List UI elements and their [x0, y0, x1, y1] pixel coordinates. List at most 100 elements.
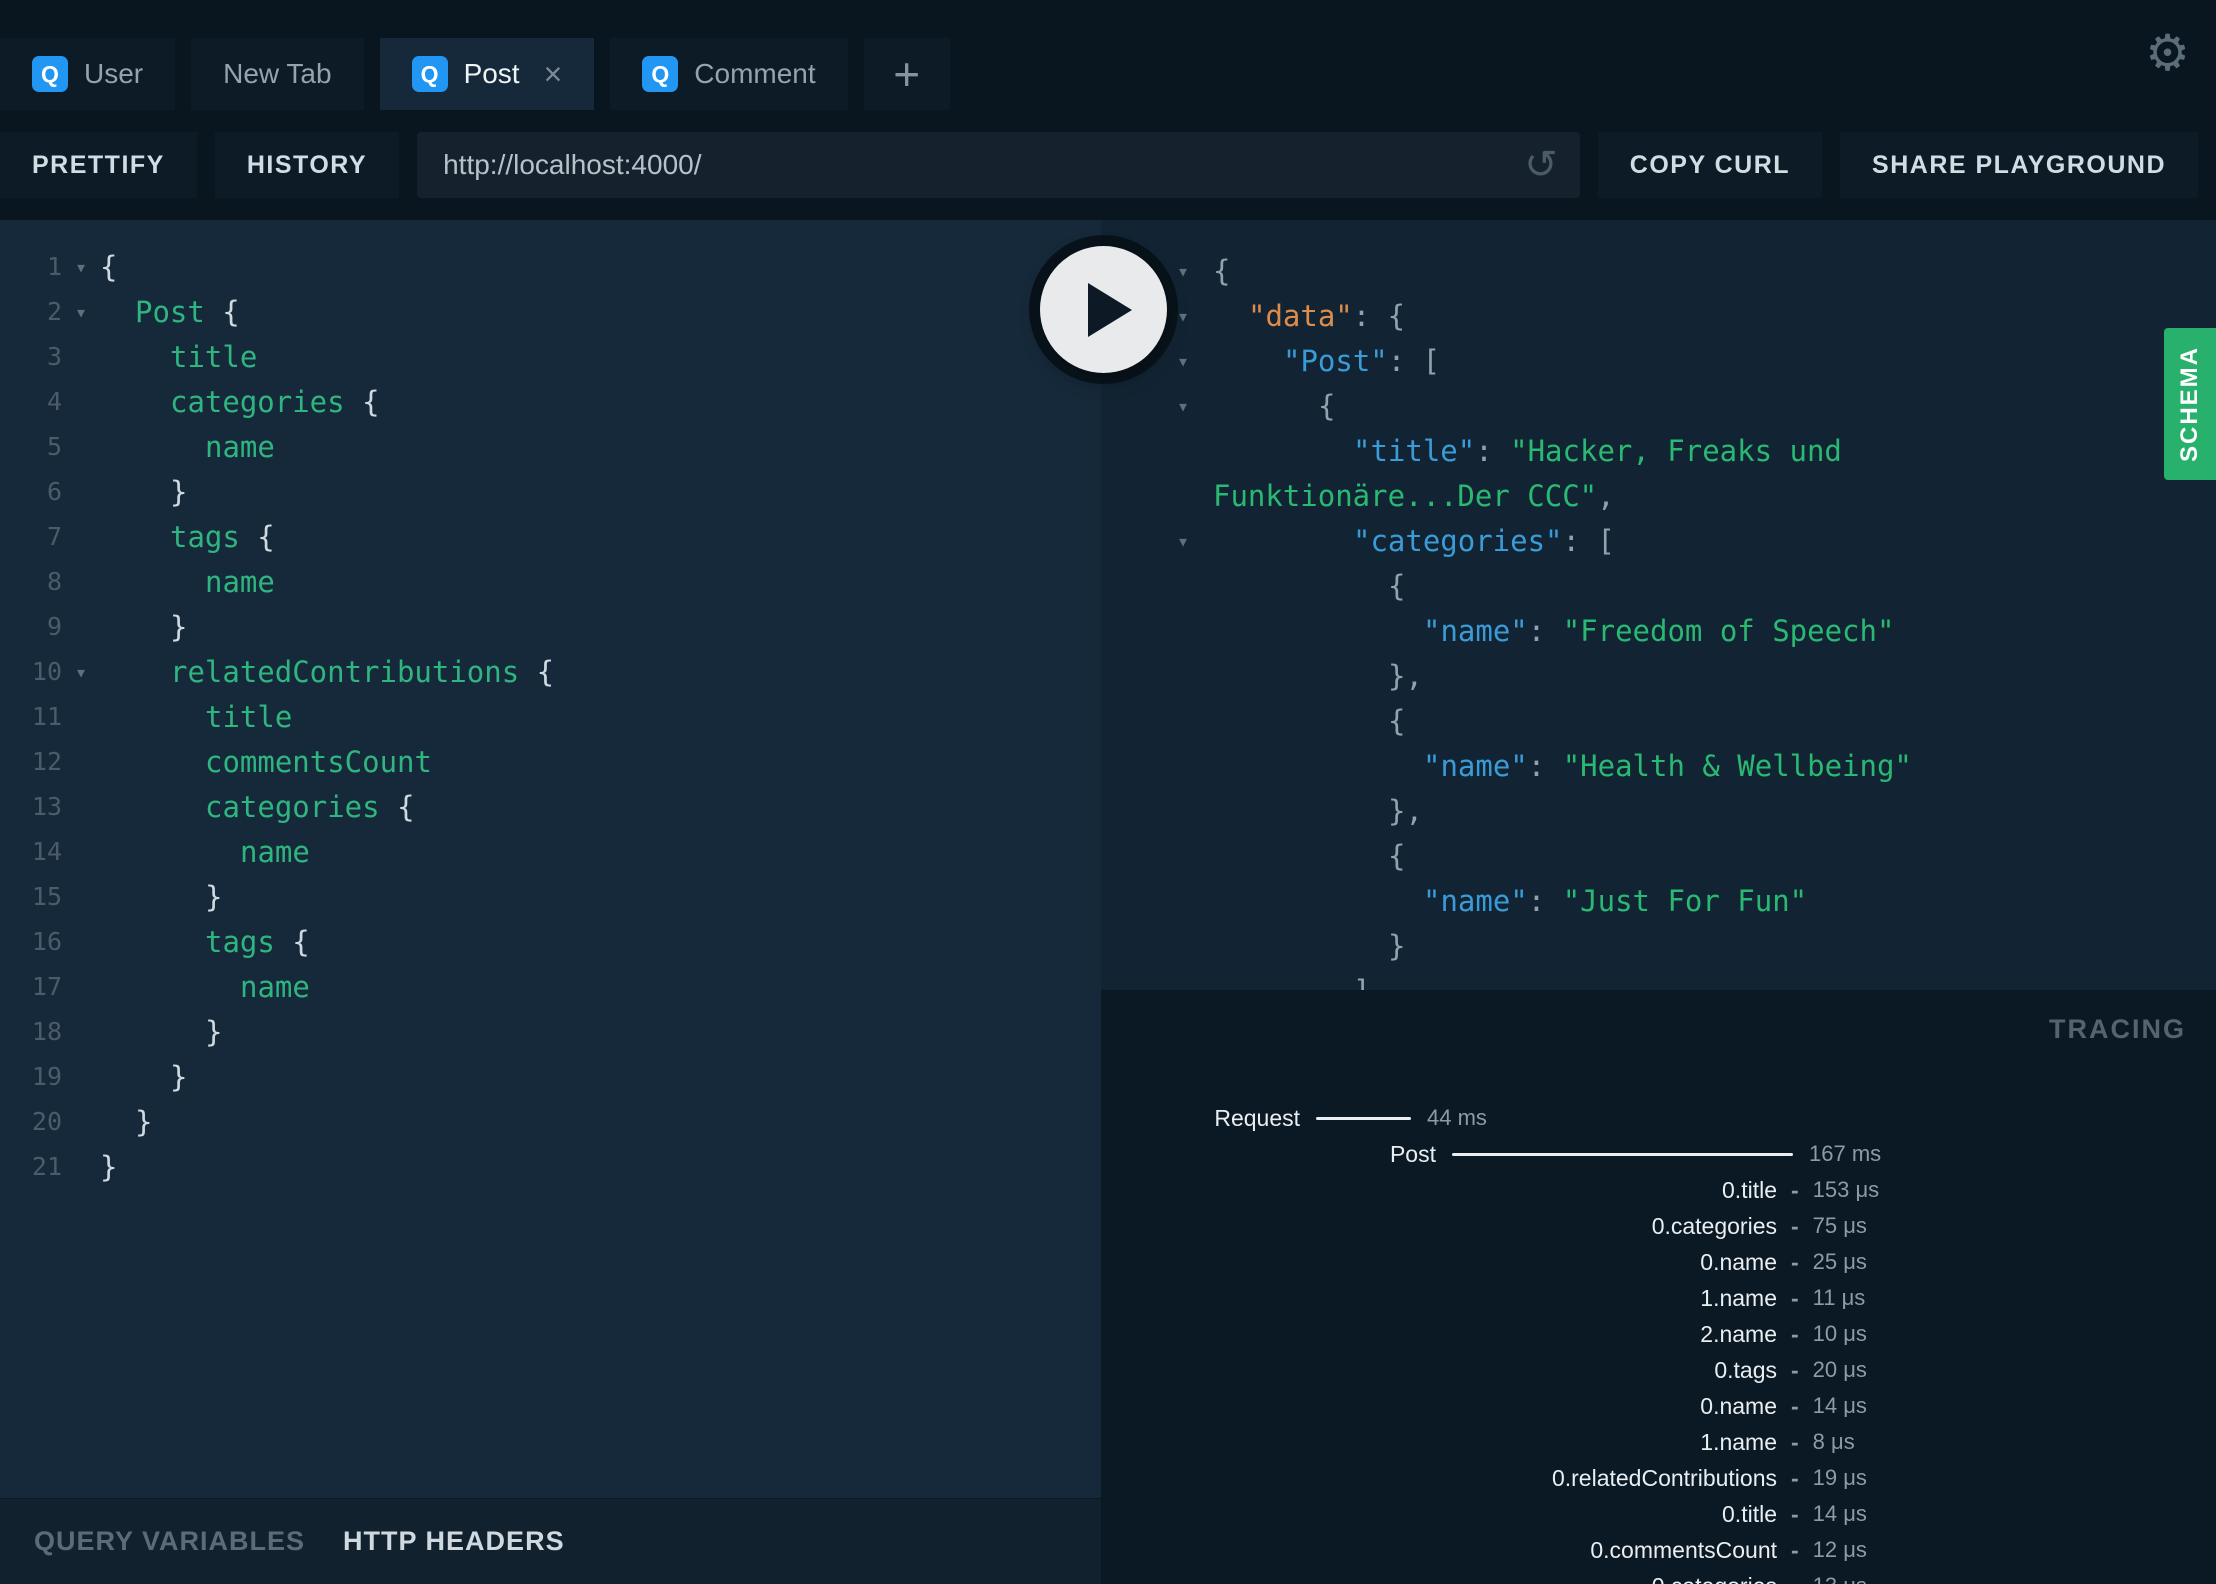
response-code: "name": "Health & Wellbeing" [1423, 748, 1912, 783]
tab-post[interactable]: Q Post × [379, 38, 595, 110]
query-line: 3 title [0, 334, 1101, 379]
response-code: "data": { [1248, 298, 1406, 333]
response-line: Funktionäre...Der CCC", [1101, 473, 2216, 518]
reload-schema-icon[interactable]: ↺ [1524, 145, 1558, 185]
fold-arrow-icon[interactable]: ▾ [1177, 349, 1213, 373]
line-number: 20 [31, 1107, 62, 1136]
tab-label: User [84, 58, 144, 89]
schema-side-tab[interactable]: SCHEMA [2164, 328, 2216, 480]
tracing-row: 0.title -153 μs [1101, 1172, 2216, 1208]
line-number: 3 [46, 342, 62, 371]
fold-arrow-icon[interactable]: ▾ [62, 660, 100, 684]
tracing-label: 0.title [1722, 1500, 1777, 1527]
line-number: 5 [46, 432, 62, 461]
response-code: "Post": [ [1283, 343, 1441, 378]
response-code: "name": "Just For Fun" [1423, 883, 1808, 918]
query-code: tags { [205, 924, 310, 959]
query-line: 20} [0, 1099, 1101, 1144]
tracing-time: 10 μs [1812, 1321, 1867, 1346]
query-code: } [205, 1014, 223, 1049]
line-number: 11 [31, 702, 62, 731]
query-line: 15} [0, 874, 1101, 919]
response-line: { [1101, 833, 2216, 878]
tracing-time: 13 μs [1813, 1573, 1867, 1584]
toolbar: PRETTIFY HISTORY http://localhost:4000/ … [0, 110, 2216, 220]
query-line: 10 ▾ relatedContributions { [0, 649, 1101, 694]
line-number: 17 [31, 972, 62, 1001]
tab-comment[interactable]: Q Comment [610, 38, 848, 110]
response-code: "name": "Freedom of Speech" [1423, 613, 1895, 648]
query-line: 4 categories { [0, 379, 1101, 424]
response-code: Funktionäre...Der CCC", [1213, 478, 1615, 513]
query-variables-tab[interactable]: QUERY VARIABLES [34, 1526, 305, 1557]
query-code: } [170, 474, 188, 509]
tracing-time: 14 μs [1812, 1501, 1867, 1526]
response-line: ▾ "Post": [ [1101, 338, 2216, 383]
query-line: 19} [0, 1054, 1101, 1099]
line-number: 2 [46, 297, 62, 326]
tracing-time: 19 μs [1812, 1465, 1867, 1490]
query-code: name [205, 564, 275, 599]
line-number: 12 [31, 747, 62, 776]
response-code: { [1213, 253, 1231, 288]
tracing-dash: - [1791, 1176, 1799, 1203]
query-code: title [170, 339, 258, 374]
query-code: } [205, 879, 223, 914]
response-code: "title": "Hacker, Freaks und [1353, 433, 1842, 468]
http-headers-tab[interactable]: HTTP HEADERS [343, 1526, 565, 1557]
tracing-time: 167 ms [1809, 1141, 1882, 1166]
tracing-label: Request [1214, 1104, 1300, 1131]
line-number: 21 [31, 1152, 62, 1181]
line-number: 15 [31, 882, 62, 911]
tracing-label: 1.name [1700, 1428, 1777, 1455]
close-tab-icon[interactable]: × [544, 58, 563, 90]
copy-curl-button[interactable]: COPY CURL [1597, 132, 1823, 198]
response-line: }, [1101, 788, 2216, 833]
history-button[interactable]: HISTORY [214, 132, 400, 198]
query-code: Post { [135, 294, 240, 329]
query-code: categories { [170, 384, 380, 419]
response-code: }, [1388, 658, 1423, 693]
settings-gear-icon[interactable]: ⚙ [2145, 28, 2190, 78]
query-line: 18} [0, 1009, 1101, 1054]
tab-bar: Q User New Tab Q Post × Q Comment + ⚙ [0, 0, 2216, 110]
tracing-time: 44 ms [1427, 1105, 1487, 1130]
query-editor[interactable]: 1 ▾{2 ▾ Post {3 title 4 categories {5 name 6} 7 ta… [0, 220, 1101, 1498]
fold-arrow-icon[interactable]: ▾ [1177, 259, 1213, 283]
tab-label: Comment [694, 58, 816, 89]
query-line: 16 tags { [0, 919, 1101, 964]
tracing-row: 0.relatedContributions -19 μs [1101, 1460, 2216, 1496]
tracing-panel: TRACING Request 44 ms Post 167 ms 0.title -15… [1101, 990, 2216, 1584]
tracing-label: 0.commentsCount [1590, 1536, 1777, 1563]
query-line: 9} [0, 604, 1101, 649]
tab-user[interactable]: Q User [0, 38, 176, 110]
fold-arrow-icon[interactable]: ▾ [1177, 529, 1213, 553]
query-code: categories { [205, 789, 415, 824]
endpoint-url-input[interactable]: http://localhost:4000/ ↺ [417, 132, 1580, 198]
fold-arrow-icon[interactable]: ▾ [1177, 394, 1213, 418]
add-tab-button[interactable]: + [863, 38, 950, 110]
query-line: 8 name [0, 559, 1101, 604]
prettify-button[interactable]: PRETTIFY [0, 132, 197, 198]
tracing-dash: - [1791, 1500, 1799, 1527]
tracing-row: 0.categories - 13 μs [1101, 1568, 2216, 1584]
line-number: 9 [46, 612, 62, 641]
tab-new-tab[interactable]: New Tab [191, 38, 364, 110]
response-code: { [1388, 838, 1406, 873]
line-number: 14 [31, 837, 62, 866]
response-code: "categories": [ [1353, 523, 1615, 558]
share-playground-button[interactable]: SHARE PLAYGROUND [1840, 132, 2198, 198]
fold-arrow-icon[interactable]: ▾ [1177, 304, 1213, 328]
fold-arrow-icon[interactable]: ▾ [62, 255, 100, 279]
tracing-row: 0.tags -20 μs [1101, 1352, 2216, 1388]
query-code: { [100, 249, 118, 284]
fold-arrow-icon[interactable]: ▾ [62, 300, 100, 324]
query-code: tags { [170, 519, 275, 554]
line-number: 13 [31, 792, 62, 821]
execute-query-button[interactable] [1040, 246, 1167, 373]
tracing-dash: - [1791, 1573, 1799, 1584]
query-line: 12 commentsCount [0, 739, 1101, 784]
query-code: } [170, 609, 188, 644]
schema-side-tab-label: SCHEMA [2176, 345, 2203, 462]
query-line: 17 name [0, 964, 1101, 1009]
